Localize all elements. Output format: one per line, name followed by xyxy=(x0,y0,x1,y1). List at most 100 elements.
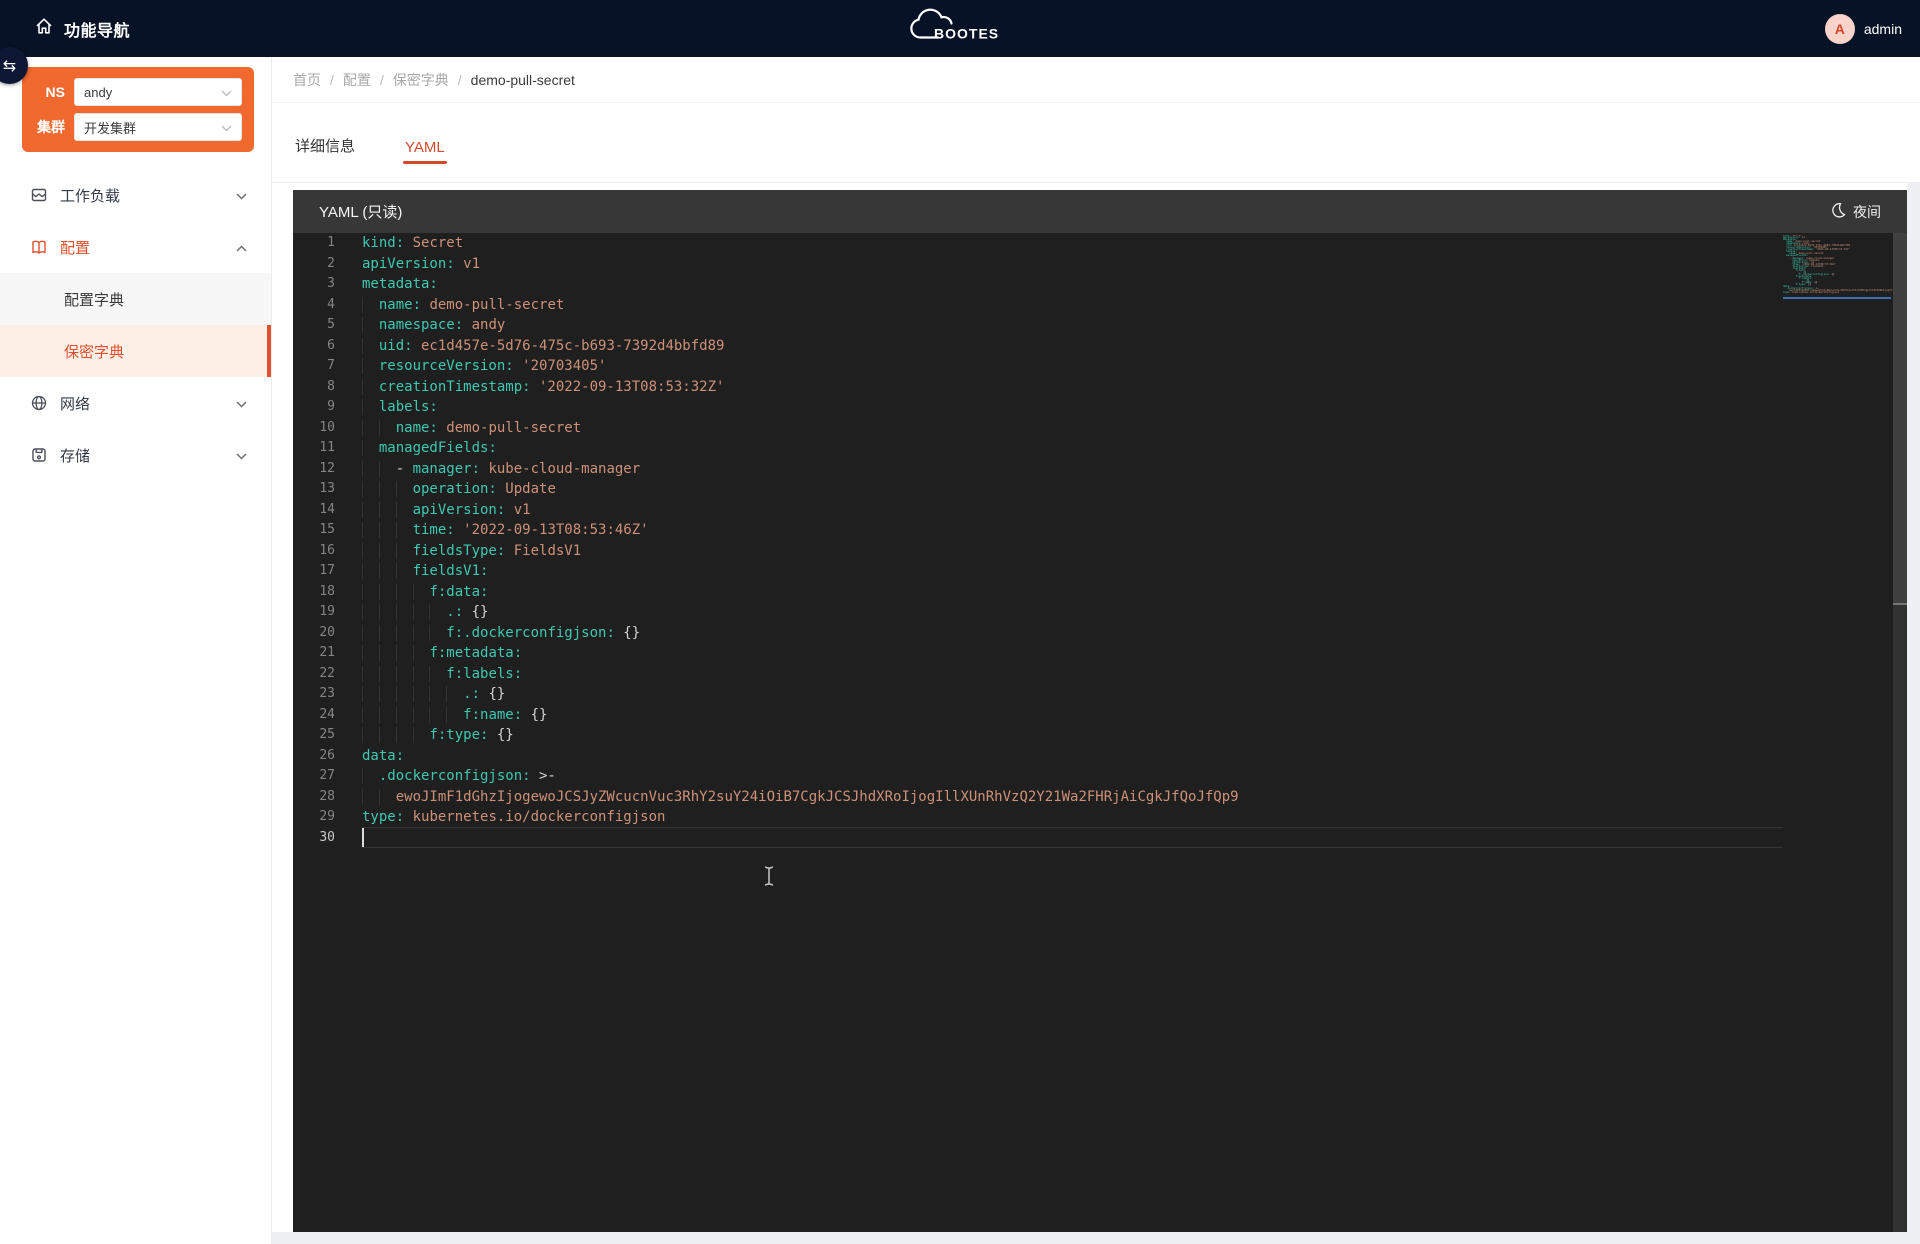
line-number: 25 xyxy=(293,725,362,746)
code-line: 1kind: Secret xyxy=(293,233,1783,254)
code-line: 15 time: '2022-09-13T08:53:46Z' xyxy=(293,520,1783,541)
breadcrumb-item[interactable]: 配置 xyxy=(343,70,371,90)
submenu-item[interactable]: 保密字典 xyxy=(0,325,271,377)
namespace-label: NS xyxy=(32,84,74,100)
code-line: 14 apiVersion: v1 xyxy=(293,500,1783,521)
line-number: 5 xyxy=(293,315,362,336)
line-number: 11 xyxy=(293,438,362,459)
home-icon xyxy=(34,16,54,41)
code-line: 2apiVersion: v1 xyxy=(293,254,1783,275)
code-line: 24 f:name: {} xyxy=(293,705,1783,726)
line-number: 18 xyxy=(293,582,362,603)
line-number: 12 xyxy=(293,459,362,480)
code-line: 11 managedFields: xyxy=(293,438,1783,459)
tab-yaml[interactable]: YAML xyxy=(403,139,447,164)
yaml-editor-card: YAML (只读) 夜间 1kind: Secret2api xyxy=(293,190,1907,1232)
moon-icon xyxy=(1830,202,1846,221)
sidebar-item-workload[interactable]: 工作负载 xyxy=(0,169,271,221)
line-number: 3 xyxy=(293,274,362,295)
sidebar-item-storage[interactable]: 存储 xyxy=(0,429,271,481)
chevron-down-icon xyxy=(221,85,232,100)
line-number: 8 xyxy=(293,377,362,398)
submenu: 配置字典保密字典 xyxy=(0,273,271,377)
submenu-item[interactable]: 配置字典 xyxy=(0,273,271,325)
cluster-label: 集群 xyxy=(32,117,74,137)
code-line: 9 labels: xyxy=(293,397,1783,418)
code-line: 30 xyxy=(293,828,1783,849)
night-mode-label: 夜间 xyxy=(1853,202,1881,222)
code-line: 7 resourceVersion: '20703405' xyxy=(293,356,1783,377)
chevron-up-icon xyxy=(236,239,247,256)
editor-header: YAML (只读) 夜间 xyxy=(293,190,1907,233)
breadcrumb-item[interactable]: 首页 xyxy=(293,70,321,90)
nav-home[interactable]: 功能导航 xyxy=(0,16,130,41)
breadcrumb-separator: / xyxy=(458,72,462,88)
code-line: 25 f:type: {} xyxy=(293,725,1783,746)
line-number: 22 xyxy=(293,664,362,685)
namespace-row: NS andy xyxy=(32,78,242,106)
code-line: 13 operation: Update xyxy=(293,479,1783,500)
editor-scrollbar[interactable] xyxy=(1893,233,1907,1232)
editor-body[interactable]: 1kind: Secret2apiVersion: v13metadata:4 … xyxy=(293,233,1907,1232)
page-body: NS andy 集群 开发集群 xyxy=(0,57,1920,1244)
scrollbar-thumb[interactable] xyxy=(1893,233,1907,605)
line-number: 28 xyxy=(293,787,362,808)
code-line: 28 ewoJImF1dGhzIjogewoJCSJyZWcucnVuc3RhY… xyxy=(293,787,1783,808)
sidebar-item-label: 网络 xyxy=(60,393,90,414)
sidebar-item-network[interactable]: 网络 xyxy=(0,377,271,429)
code-line: 5 namespace: andy xyxy=(293,315,1783,336)
code-area[interactable]: 1kind: Secret2apiVersion: v13metadata:4 … xyxy=(293,233,1783,848)
code-line: 8 creationTimestamp: '2022-09-13T08:53:3… xyxy=(293,377,1783,398)
namespace-select[interactable]: andy xyxy=(74,78,242,106)
chevron-down-icon xyxy=(221,120,232,135)
sidebar-item-label: 存储 xyxy=(60,445,90,466)
swap-arrows-icon: ⇆ xyxy=(3,56,16,76)
breadcrumb-item[interactable]: 保密字典 xyxy=(393,70,449,90)
main-area: 首页/配置/保密字典/demo-pull-secret 详细信息 YAML YA… xyxy=(272,57,1920,1244)
tab-bar: 详细信息 YAML xyxy=(272,103,1920,183)
code-line: 4 name: demo-pull-secret xyxy=(293,295,1783,316)
line-number: 15 xyxy=(293,520,362,541)
line-number: 23 xyxy=(293,684,362,705)
chevron-down-icon xyxy=(236,187,247,204)
nav-title: 功能导航 xyxy=(64,17,130,41)
user-menu[interactable]: A admin xyxy=(1825,14,1920,44)
code-line: 6 uid: ec1d457e-5d76-475c-b693-7392d4bbf… xyxy=(293,336,1783,357)
line-number: 29 xyxy=(293,807,362,828)
line-number: 7 xyxy=(293,356,362,377)
night-mode-toggle[interactable]: 夜间 xyxy=(1830,202,1881,222)
editor-title: YAML (只读) xyxy=(319,201,402,222)
tab-details[interactable]: 详细信息 xyxy=(293,135,357,164)
line-number: 19 xyxy=(293,602,362,623)
line-number: 10 xyxy=(293,418,362,439)
line-number: 21 xyxy=(293,643,362,664)
avatar: A xyxy=(1825,14,1855,44)
line-number: 2 xyxy=(293,254,362,275)
chevron-down-icon xyxy=(236,447,247,464)
ibeam-cursor xyxy=(762,865,776,892)
sidebar-item-config[interactable]: 配置 xyxy=(0,221,271,273)
line-number: 30 xyxy=(293,828,362,849)
code-line: 20 f:.dockerconfigjson: {} xyxy=(293,623,1783,644)
code-line xyxy=(1783,294,1893,296)
code-line: 29type: kubernetes.io/dockerconfigjson xyxy=(293,807,1783,828)
sidebar-menu: 工作负载配置配置字典保密字典网络存储 xyxy=(0,169,271,481)
line-number: 27 xyxy=(293,766,362,787)
breadcrumb-separator: / xyxy=(330,72,334,88)
cluster-row: 集群 开发集群 xyxy=(32,113,242,141)
code-line: 16 fieldsType: FieldsV1 xyxy=(293,541,1783,562)
brand-logo: BOOTES xyxy=(904,7,1016,50)
code-line: 19 .: {} xyxy=(293,602,1783,623)
line-number: 20 xyxy=(293,623,362,644)
code-line: 22 f:labels: xyxy=(293,664,1783,685)
storage-icon xyxy=(30,446,48,464)
minimap[interactable]: kind: SecretapiVersion: v1metadata: name… xyxy=(1783,235,1893,299)
code-line: 21 f:metadata: xyxy=(293,643,1783,664)
code-line: 18 f:data: xyxy=(293,582,1783,603)
cluster-select[interactable]: 开发集群 xyxy=(74,113,242,141)
breadcrumb: 首页/配置/保密字典/demo-pull-secret xyxy=(272,57,1920,103)
content-area: YAML (只读) 夜间 1kind: Secret2api xyxy=(272,183,1920,1244)
text-caret xyxy=(362,828,364,847)
sidebar: NS andy 集群 开发集群 xyxy=(0,57,272,1244)
code-line: 10 name: demo-pull-secret xyxy=(293,418,1783,439)
